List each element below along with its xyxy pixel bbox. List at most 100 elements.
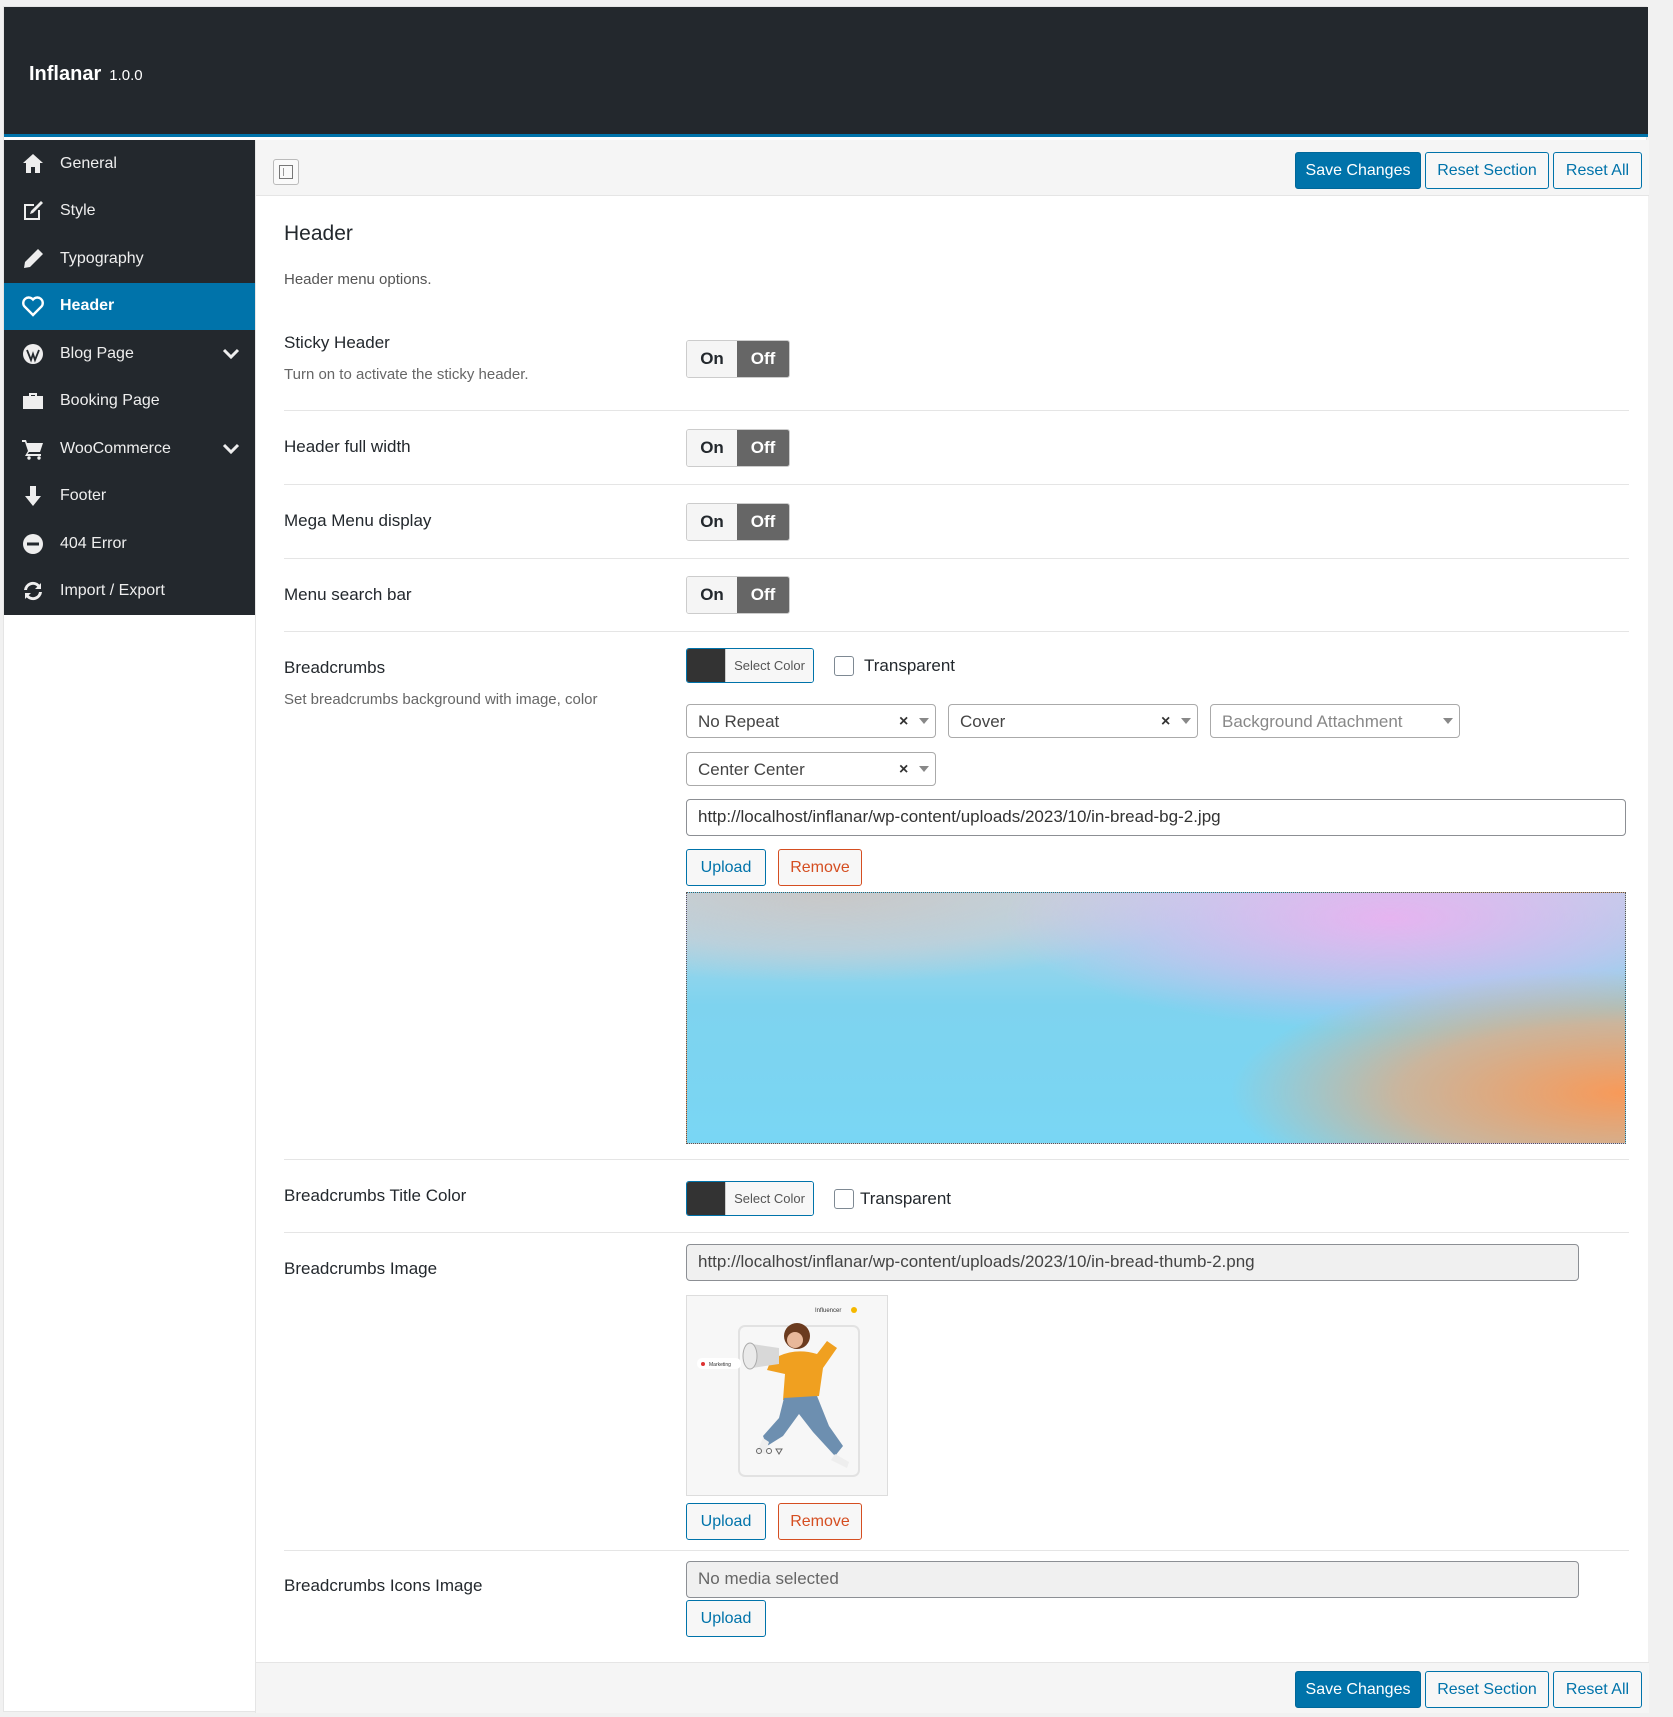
toggle-off[interactable]: Off	[737, 577, 789, 613]
chevron-down-icon[interactable]	[221, 439, 241, 459]
sidebar-item-label: Footer	[60, 487, 107, 505]
sticky-header-label: Sticky Header	[284, 333, 390, 352]
toggle-off[interactable]: Off	[737, 504, 789, 540]
thumb-tag-top: Influencer	[815, 1308, 841, 1314]
toggle-on[interactable]: On	[687, 341, 737, 377]
breadcrumbs-icons-upload-button[interactable]: Upload	[686, 1600, 766, 1637]
menu-search-bar-toggle[interactable]: On Off	[686, 576, 790, 614]
clear-icon[interactable]: ×	[899, 761, 908, 779]
sidebar-item-404-error[interactable]: 404 Error	[4, 520, 255, 568]
background-attachment-select[interactable]: Background Attachment	[1210, 704, 1460, 738]
sidebar-item-label: Import / Export	[60, 582, 165, 600]
cart-icon	[20, 436, 46, 462]
save-button[interactable]: Save Changes	[1295, 152, 1421, 189]
toggle-on[interactable]: On	[687, 577, 737, 613]
arrow-down-icon	[20, 483, 46, 509]
sticky-header-description: Turn on to activate the sticky header.	[284, 366, 529, 383]
heart-icon	[20, 293, 46, 319]
transparent-label: Transparent	[864, 656, 956, 675]
briefcase-icon	[20, 388, 46, 414]
mega-menu-label: Mega Menu display	[284, 511, 432, 530]
select-color-label: Select Color	[725, 649, 813, 682]
reset-section-button-bottom[interactable]: Reset Section	[1425, 1671, 1549, 1708]
toggle-off[interactable]: Off	[737, 341, 789, 377]
sidebar-item-general[interactable]: General	[4, 140, 255, 188]
background-position-select[interactable]: Center Center ×	[686, 752, 936, 786]
refresh-icon	[20, 578, 46, 604]
breadcrumbs-remove-button[interactable]: Remove	[778, 849, 862, 886]
toggle-on[interactable]: On	[687, 504, 737, 540]
clear-icon[interactable]: ×	[1161, 713, 1170, 731]
title-color-picker[interactable]: Select Color	[686, 1181, 814, 1216]
mega-menu-toggle[interactable]: On Off	[686, 503, 790, 541]
expand-options-button[interactable]	[273, 159, 299, 185]
breadcrumbs-image-label: Breadcrumbs Image	[284, 1259, 438, 1278]
breadcrumbs-image-thumbnail: Influencer Marketing	[686, 1295, 888, 1496]
select-color-label: Select Color	[725, 1182, 813, 1215]
dropdown-arrow-icon	[919, 766, 929, 772]
options-panel: Inflanar 1.0.0 General Style Typography H…	[3, 6, 1649, 1713]
divider	[284, 1550, 1629, 1551]
background-repeat-select[interactable]: No Repeat ×	[686, 704, 936, 738]
header-full-width-toggle[interactable]: On Off	[686, 429, 790, 467]
breadcrumbs-image-remove-button[interactable]: Remove	[778, 1503, 862, 1540]
reset-section-button[interactable]: Reset Section	[1425, 152, 1549, 189]
breadcrumbs-transparent-checkbox[interactable]	[834, 656, 854, 676]
minus-circle-icon	[20, 531, 46, 557]
reset-all-button-bottom[interactable]: Reset All	[1553, 1671, 1642, 1708]
breadcrumbs-image-url[interactable]: http://localhost/inflanar/wp-content/upl…	[686, 1244, 1579, 1281]
menu-search-bar-label: Menu search bar	[284, 585, 412, 604]
breadcrumbs-icons-image-label: Breadcrumbs Icons Image	[284, 1576, 483, 1595]
sidebar-item-style[interactable]: Style	[4, 188, 255, 236]
select-value: Cover	[960, 712, 1006, 731]
wordpress-icon	[20, 341, 46, 367]
sidebar-item-label: Blog Page	[60, 344, 134, 362]
edit-icon	[20, 198, 46, 224]
divider	[284, 1232, 1629, 1233]
sidebar-item-label: 404 Error	[60, 534, 127, 552]
color-swatch	[687, 1182, 725, 1215]
breadcrumbs-image-upload-button[interactable]: Upload	[686, 1503, 766, 1540]
app-version: 1.0.0	[109, 67, 143, 84]
dropdown-arrow-icon	[1443, 718, 1453, 724]
breadcrumbs-icons-image-field[interactable]: No media selected	[686, 1561, 1579, 1598]
select-value: No Repeat	[698, 712, 780, 731]
divider	[284, 631, 1629, 632]
clear-icon[interactable]: ×	[899, 713, 908, 731]
breadcrumbs-color-picker[interactable]: Select Color	[686, 648, 814, 683]
breadcrumbs-title-color-label: Breadcrumbs Title Color	[284, 1186, 467, 1205]
thumb-tag-left: Marketing	[709, 1362, 731, 1368]
dropdown-arrow-icon	[919, 718, 929, 724]
bottom-toolbar: Save Changes Reset Section Reset All	[256, 1662, 1649, 1713]
toggle-off[interactable]: Off	[737, 430, 789, 466]
dropdown-arrow-icon	[1181, 718, 1191, 724]
title-color-transparent-checkbox[interactable]	[834, 1189, 854, 1209]
sidebar: General Style Typography Header Blog Pag…	[4, 140, 255, 615]
save-button-bottom[interactable]: Save Changes	[1295, 1671, 1421, 1708]
sticky-header-toggle[interactable]: On Off	[686, 340, 790, 378]
chevron-down-icon[interactable]	[221, 344, 241, 364]
brand: Inflanar 1.0.0	[29, 63, 143, 86]
app-name: Inflanar	[29, 63, 102, 85]
background-size-select[interactable]: Cover ×	[948, 704, 1198, 738]
reset-all-button[interactable]: Reset All	[1553, 152, 1642, 189]
toggle-on[interactable]: On	[687, 430, 737, 466]
divider	[284, 1159, 1629, 1160]
sidebar-item-import-export[interactable]: Import / Export	[4, 568, 255, 616]
divider	[284, 558, 1629, 559]
sidebar-item-label: Booking Page	[60, 392, 160, 410]
color-swatch	[687, 649, 725, 682]
sidebar-item-label: WooCommerce	[60, 439, 171, 457]
home-icon	[20, 151, 46, 177]
sidebar-item-label: Style	[60, 202, 96, 220]
select-value: Center Center	[698, 760, 805, 779]
sidebar-item-typography[interactable]: Typography	[4, 235, 255, 283]
sidebar-item-booking-page[interactable]: Booking Page	[4, 378, 255, 426]
sidebar-item-woocommerce[interactable]: WooCommerce	[4, 425, 255, 473]
top-toolbar: Save Changes Reset Section Reset All	[256, 140, 1649, 196]
sidebar-item-blog-page[interactable]: Blog Page	[4, 330, 255, 378]
sidebar-item-footer[interactable]: Footer	[4, 473, 255, 521]
sidebar-item-header[interactable]: Header	[4, 282, 255, 330]
breadcrumbs-image-url-field[interactable]: http://localhost/inflanar/wp-content/upl…	[686, 799, 1626, 836]
breadcrumbs-upload-button[interactable]: Upload	[686, 849, 766, 886]
